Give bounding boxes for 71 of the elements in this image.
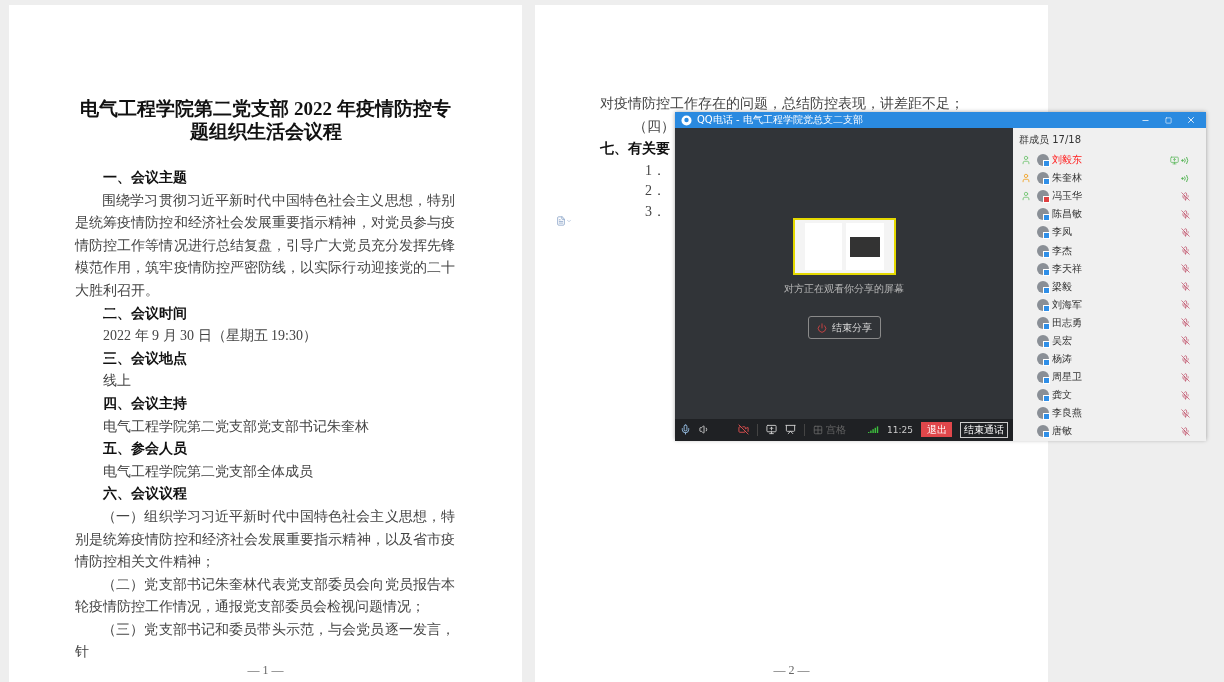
sharing-notice: 对方正在观看你分享的屏幕	[784, 282, 904, 296]
avatar	[1037, 353, 1049, 366]
member-name[interactable]: 周星卫	[1052, 370, 1152, 385]
exit-button[interactable]: 退出	[921, 422, 952, 437]
member-name[interactable]: 李良燕	[1052, 406, 1152, 421]
list-number: 2．	[644, 182, 666, 201]
avatar	[1037, 298, 1049, 311]
text-line: （四）	[632, 117, 675, 136]
avatar	[1037, 425, 1049, 438]
section-heading: 六、会议议程	[102, 485, 187, 504]
member-name[interactable]: 田志勇	[1052, 315, 1152, 330]
member-name[interactable]: 陈昌敏	[1052, 207, 1152, 222]
text-line: 线上	[102, 372, 131, 391]
avatar	[1037, 371, 1049, 384]
maximize-icon	[1164, 116, 1172, 124]
end-call-button[interactable]: 结束通话	[960, 421, 1008, 438]
member-name[interactable]: 李天祥	[1052, 261, 1152, 276]
avatar	[1037, 335, 1049, 347]
avatar	[1037, 226, 1049, 239]
window-title: QQ电话 - 电气工程学院党总支二支部	[697, 113, 864, 127]
member-name[interactable]: 冯玉华	[1052, 189, 1152, 204]
member-name[interactable]: 李凤	[1052, 225, 1152, 240]
avatar	[1037, 154, 1049, 167]
page-number: — 1 —	[246, 663, 285, 678]
section-heading: 五、参会人员	[102, 440, 187, 459]
avatar	[1037, 316, 1049, 329]
presentation-icon[interactable]	[785, 424, 796, 435]
section-heading: 三、会议地点	[102, 349, 187, 368]
text-line: 电气工程学院第二党支部党支部书记朱奎林	[102, 417, 369, 436]
section-heading: 七、有关要	[600, 140, 670, 159]
avatar	[1037, 389, 1049, 402]
member-name[interactable]: 龚文	[1052, 388, 1152, 403]
text-line: 2022 年 9 月 30 日（星期五 19:30）	[102, 327, 317, 346]
avatar	[1037, 244, 1049, 257]
avatar	[1037, 190, 1049, 203]
section-heading: 四、会议主持	[102, 394, 187, 413]
page-number: — 2 —	[772, 663, 811, 678]
screen-share-icon[interactable]	[766, 424, 777, 435]
microphone-icon[interactable]	[680, 424, 691, 435]
section-heading: 一、会议主题	[102, 169, 187, 187]
section-heading: 二、会议时间	[102, 304, 187, 323]
member-name[interactable]: 朱奎林	[1052, 171, 1152, 186]
paragraph: （一）组织学习习近平新时代中国特色社会主义思想，特别是统筹疫情防控和经济社会发展重要指示精神，以及省市疫情防控相关文件精神；	[75, 507, 455, 572]
member-name[interactable]: 李杰	[1052, 243, 1152, 258]
stop-share-button[interactable]: 结束分享	[807, 316, 881, 339]
avatar	[1037, 262, 1049, 275]
member-count: 群成员 17/18	[1018, 133, 1082, 147]
camera-off-icon[interactable]	[738, 424, 749, 435]
paragraph: （二）党支部书记朱奎林代表党支部委员会向党员报告本轮疫情防控工作情况，通报党支部委员会检视问题情况；	[75, 575, 455, 617]
text-line: 电气工程学院第二党支部全体成员	[102, 462, 313, 481]
avatar	[1037, 172, 1049, 185]
member-name[interactable]: 吴宏	[1052, 334, 1152, 348]
text-line: 对疫情防控工作存在的问题，总结防控表现，讲差距不足；	[600, 95, 964, 113]
list-number: 3．	[644, 202, 666, 221]
member-name[interactable]: 刘海军	[1052, 297, 1152, 312]
paragraph: 围绕学习贯彻习近平新时代中国特色社会主义思想，特别是统筹疫情防控和经济社会发展重要指示精神，对党员参与疫情防控工作等情况进行总结复盘，引导广大党员充分发挥先锋模范作用，筑牢疫情防控严密防线，以实际行动迎接党的二十大胜利召开。	[75, 191, 455, 300]
call-time: 11:25	[887, 424, 913, 435]
signal-icon	[868, 426, 880, 433]
power-icon	[816, 322, 827, 333]
member-name[interactable]: 梁毅	[1052, 279, 1152, 294]
member-name[interactable]: 唐敏	[1052, 424, 1152, 439]
avatar	[1037, 208, 1049, 221]
document-title: 电气工程学院第二党支部 2022 年疫情防控专题组织生活会议程	[79, 97, 452, 143]
close-icon	[1186, 115, 1196, 125]
member-name[interactable]: 杨涛	[1052, 352, 1152, 367]
speaker-icon[interactable]	[699, 424, 710, 435]
grid-icon	[813, 424, 823, 435]
paragraph: （三）党支部书记和委员带头示范，与会党员逐一发言，针	[75, 620, 455, 662]
list-number: 1．	[644, 161, 666, 180]
avatar	[1037, 407, 1049, 420]
avatar	[1037, 280, 1049, 293]
